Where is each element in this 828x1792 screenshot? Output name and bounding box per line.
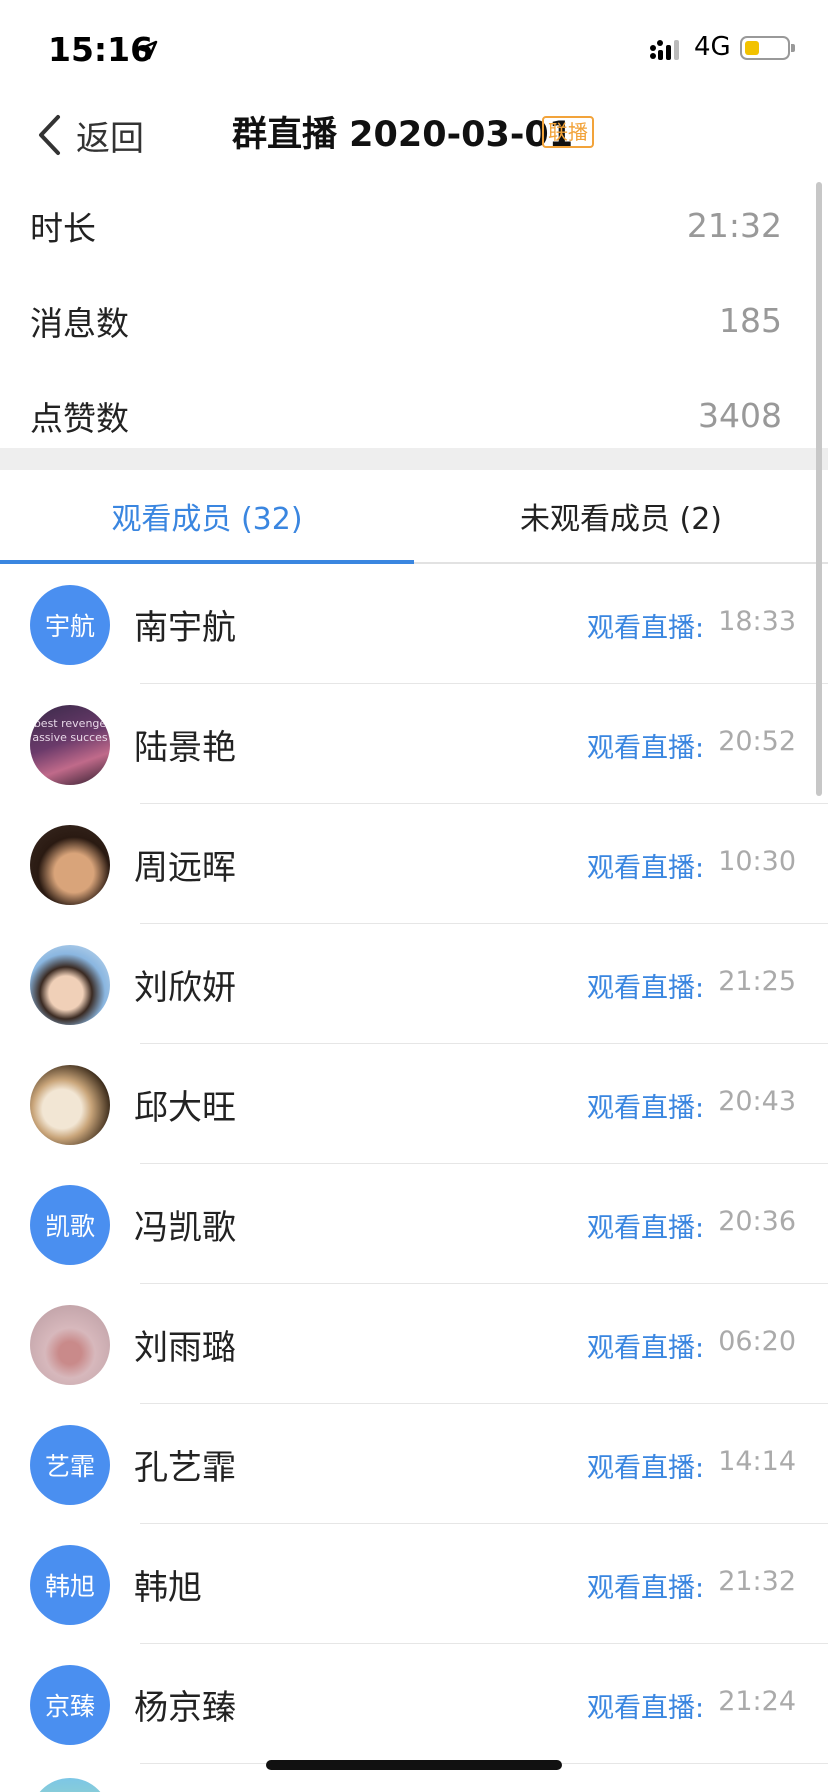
list-item[interactable]: best revenge assive succes 陆景艳 观看直播: 20:… — [0, 684, 828, 804]
avatar: 京臻 — [30, 1665, 110, 1745]
member-name: 南宇航 — [134, 608, 236, 648]
member-name: 陆景艳 — [134, 728, 236, 768]
back-button[interactable]: 返回 — [36, 110, 144, 160]
page-title: 群直播 2020-03-01 — [232, 115, 574, 155]
avatar — [30, 825, 110, 905]
tab-watched[interactable]: 观看成员 (32) — [0, 470, 414, 564]
avatar: 艺霏 — [30, 1425, 110, 1505]
list-item[interactable]: 凯歌 冯凯歌 观看直播: 20:36 — [0, 1164, 828, 1284]
avatar-image-text: assive succes — [32, 731, 108, 744]
section-divider — [0, 448, 828, 470]
watch-time: 18:33 — [718, 606, 796, 637]
watch-label: 观看直播: — [587, 1693, 705, 1724]
avatar — [30, 1065, 110, 1145]
watch-time: 21:25 — [718, 966, 796, 997]
list-item[interactable]: 宇航 南宇航 观看直播: 18:33 — [0, 564, 828, 684]
stat-value: 185 — [719, 301, 782, 340]
stat-value: 21:32 — [686, 206, 782, 245]
watch-time: 20:43 — [718, 1086, 796, 1117]
stat-label: 消息数 — [30, 303, 129, 343]
watch-label: 观看直播: — [587, 1573, 705, 1604]
avatar-image-text: best revenge — [34, 717, 107, 730]
member-tabs: 观看成员 (32) 未观看成员 (2) — [0, 470, 828, 564]
avatar: 宇航 — [30, 585, 110, 665]
list-item[interactable]: 刘雨璐 观看直播: 06:20 — [0, 1284, 828, 1404]
list-item[interactable]: 邱大旺 观看直播: 20:43 — [0, 1044, 828, 1164]
joint-broadcast-badge: 联播 — [542, 116, 594, 148]
stat-value: 3408 — [698, 396, 782, 435]
chevron-left-icon — [39, 115, 60, 155]
member-name: 孔艺霏 — [134, 1448, 236, 1488]
watch-time: 14:14 — [718, 1446, 796, 1477]
watch-label: 观看直播: — [587, 1093, 705, 1124]
stat-messages: 消息数 185 — [0, 273, 828, 368]
watch-time: 20:36 — [718, 1206, 796, 1237]
watch-label: 观看直播: — [587, 733, 705, 764]
location-arrow-icon — [138, 40, 158, 60]
watch-label: 观看直播: — [587, 613, 705, 644]
avatar-image: best revenge assive succes — [32, 717, 108, 744]
stats-section: 时长 21:32 消息数 185 点赞数 3408 — [0, 178, 828, 463]
watch-label: 观看直播: — [587, 1213, 705, 1244]
watch-time: 20:52 — [718, 726, 796, 757]
member-name: 周远晖 — [134, 848, 236, 888]
watch-time: 21:32 — [718, 1566, 796, 1597]
member-name: 邱大旺 — [134, 1088, 236, 1128]
avatar: 凯歌 — [30, 1185, 110, 1265]
battery-icon — [740, 36, 795, 60]
watch-time: 10:30 — [718, 846, 796, 877]
member-name: 刘雨璐 — [134, 1328, 236, 1368]
member-name: 冯凯歌 — [134, 1208, 236, 1248]
list-item[interactable]: 刘欣妍 观看直播: 21:25 — [0, 924, 828, 1044]
home-indicator[interactable] — [266, 1760, 562, 1770]
avatar — [30, 945, 110, 1025]
avatar — [30, 1305, 110, 1385]
watch-time: 21:24 — [718, 1686, 796, 1717]
avatar: 韩旭 — [30, 1545, 110, 1625]
watch-label: 观看直播: — [587, 1453, 705, 1484]
watch-label: 观看直播: — [587, 1333, 705, 1364]
tab-not-watched[interactable]: 未观看成员 (2) — [414, 470, 828, 562]
scrollbar[interactable] — [816, 182, 822, 796]
watch-label: 观看直播: — [587, 853, 705, 884]
watch-label: 观看直播: — [587, 973, 705, 1004]
watch-time: 06:20 — [718, 1326, 796, 1357]
avatar: best revenge assive succes — [30, 705, 110, 785]
status-bar: 15:16 4G — [0, 0, 828, 92]
member-name: 韩旭 — [134, 1568, 202, 1608]
stat-label: 时长 — [30, 208, 96, 248]
stat-duration: 时长 21:32 — [0, 178, 828, 273]
member-name: 刘欣妍 — [134, 968, 236, 1008]
signal-icon — [650, 40, 679, 60]
back-label: 返回 — [76, 118, 144, 159]
list-item[interactable]: 周远晖 观看直播: 10:30 — [0, 804, 828, 924]
list-item[interactable]: 京臻 杨京臻 观看直播: 21:24 — [0, 1644, 828, 1764]
list-item[interactable]: 艺霏 孔艺霏 观看直播: 14:14 — [0, 1404, 828, 1524]
nav-bar: 返回 群直播 2020-03-01 联播 — [0, 92, 828, 178]
avatar — [30, 1778, 110, 1792]
list-item[interactable]: 韩旭 韩旭 观看直播: 21:32 — [0, 1524, 828, 1644]
member-name: 杨京臻 — [134, 1688, 236, 1728]
network-type: 4G — [694, 32, 731, 62]
stat-label: 点赞数 — [30, 398, 129, 438]
member-list: 宇航 南宇航 观看直播: 18:33 best revenge assive s… — [0, 564, 828, 1764]
